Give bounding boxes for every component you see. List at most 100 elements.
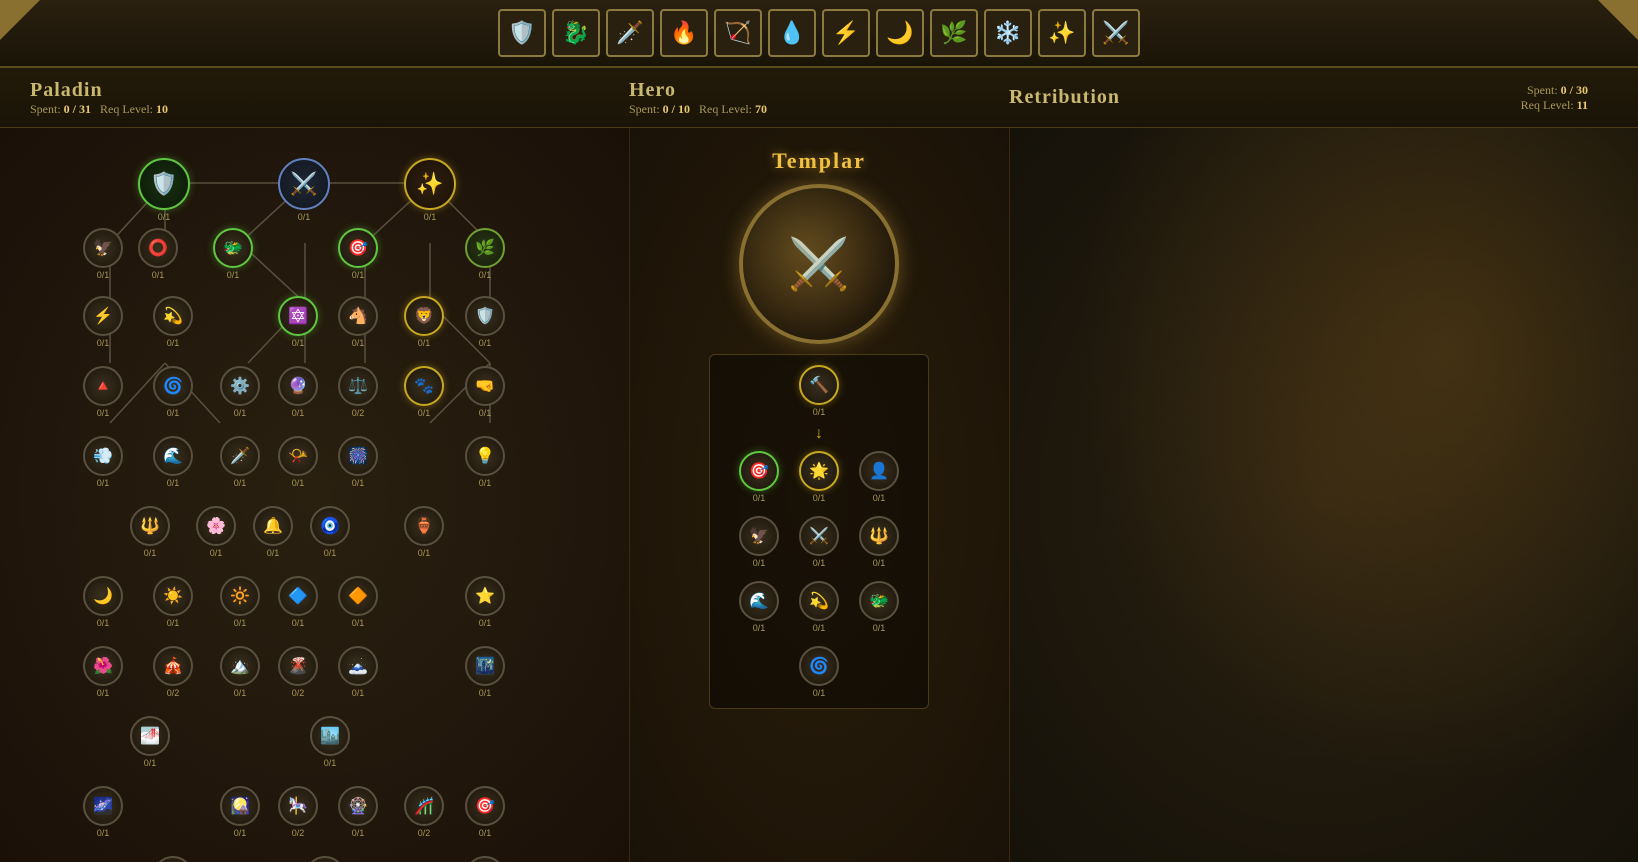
paladin-node-r10-5[interactable]: 🎢 0/2	[404, 786, 444, 838]
paladin-spent: Spent: 0 / 31 Req Level: 10	[30, 102, 609, 117]
paladin-node-r6-4[interactable]: 🧿 0/1	[310, 506, 350, 558]
paladin-node-r7-1[interactable]: 🌙 0/1	[83, 576, 123, 628]
spec-icon-2[interactable]: 🐉	[552, 9, 600, 57]
paladin-node-r10-4[interactable]: 🎡 0/1	[338, 786, 378, 838]
paladin-node-r7-5[interactable]: 🔶 0/1	[338, 576, 378, 628]
paladin-node-r5-5[interactable]: 🎆 0/1	[338, 436, 378, 488]
paladin-node-r6-2[interactable]: 🌸 0/1	[196, 506, 236, 558]
paladin-node-r5-2[interactable]: 🌊 0/1	[153, 436, 193, 488]
spec-icon-10[interactable]: ❄️	[984, 9, 1032, 57]
retribution-nodes: ⚔️ 0/1 💎 0/1 🔷 0/1 🔶 0/1 ⭐ 0/1	[1010, 128, 1638, 862]
paladin-node-r2-1[interactable]: 🦅 0/1	[83, 228, 123, 280]
paladin-node-r7-2[interactable]: ☀️ 0/1	[153, 576, 193, 628]
paladin-node-r7-6[interactable]: ⭐ 0/1	[465, 576, 505, 628]
paladin-node-r3-5[interactable]: 🦁 0/1	[404, 296, 444, 348]
corner-decoration-tr	[1598, 0, 1638, 40]
hero-choices-row: 🎯 0/1 🌟 0/1 👤 0/1	[739, 451, 899, 503]
retribution-spent: Spent: 0 / 30 Req Level: 11	[1521, 83, 1588, 113]
hero-choice-left[interactable]: 🎯 0/1	[739, 451, 779, 503]
hero-title-label: Hero	[629, 79, 767, 102]
hero-portrait-icon: ⚔️	[788, 235, 850, 294]
paladin-node-r5-1[interactable]: 💨 0/1	[83, 436, 123, 488]
paladin-tree-header: Paladin Spent: 0 / 31 Req Level: 10	[30, 79, 609, 117]
paladin-node-r10-3[interactable]: 🎠 0/2	[278, 786, 318, 838]
paladin-node-r3-3[interactable]: 🔯 0/1	[278, 296, 318, 348]
retribution-talent-tree: ⚔️ 0/1 💎 0/1 🔷 0/1 🔶 0/1 ⭐ 0/1	[1010, 128, 1638, 862]
hero-arrow-down: ↓	[815, 425, 823, 443]
paladin-node-r3-4[interactable]: 🐴 0/1	[338, 296, 378, 348]
paladin-node-r6-3[interactable]: 🔔 0/1	[253, 506, 293, 558]
paladin-node-r4-2[interactable]: 🌀 0/1	[153, 366, 193, 418]
paladin-node-r5-3[interactable]: 🗡️ 0/1	[220, 436, 260, 488]
spec-icon-9[interactable]: 🌿	[930, 9, 978, 57]
corner-decoration-tl	[0, 0, 40, 40]
paladin-node-r3-1[interactable]: ⚡ 0/1	[83, 296, 123, 348]
paladin-node-r10-1[interactable]: 🌌 0/1	[83, 786, 123, 838]
paladin-node-r9-1[interactable]: 🌁 0/1	[130, 716, 170, 768]
hero-sub1-row: 🦅 0/1 ⚔️ 0/1 🔱 0/1	[739, 516, 899, 568]
spec-icon-12[interactable]: ⚔️	[1092, 9, 1140, 57]
hero-sub1-right[interactable]: 🔱 0/1	[859, 516, 899, 568]
paladin-node-r4-1[interactable]: 🔺 0/1	[83, 366, 123, 418]
paladin-node-r4-6[interactable]: 🤜 0/1	[465, 366, 505, 418]
spec-icon-7[interactable]: ⚡	[822, 9, 870, 57]
hero-sub2-mid[interactable]: 💫 0/1	[799, 581, 839, 633]
paladin-node-r3-2[interactable]: 💫 0/1	[153, 296, 193, 348]
spec-icon-8[interactable]: 🌙	[876, 9, 924, 57]
paladin-node-r9-2[interactable]: 🏙️ 0/1	[310, 716, 350, 768]
paladin-node-r2-4[interactable]: 🎯 0/1	[338, 228, 378, 280]
hero-choice-top[interactable]: 🔨 0/1	[799, 365, 839, 417]
hero-sub1-left[interactable]: 🦅 0/1	[739, 516, 779, 568]
paladin-node-r8-4[interactable]: 🌋 0/2	[278, 646, 318, 698]
hero-choice-mid[interactable]: 🌟 0/1	[799, 451, 839, 503]
paladin-node-r8-3[interactable]: 🏔️ 0/1	[220, 646, 260, 698]
hero-final-node[interactable]: 🌀 0/1	[799, 646, 839, 698]
spec-icon-4[interactable]: 🔥	[660, 9, 708, 57]
paladin-node-r2-5[interactable]: 🌿 0/1	[465, 228, 505, 280]
paladin-node-r3-6[interactable]: 🛡️ 0/1	[465, 296, 505, 348]
paladin-node-r8-1[interactable]: 🌺 0/1	[83, 646, 123, 698]
paladin-node-r7-4[interactable]: 🔷 0/1	[278, 576, 318, 628]
paladin-node-r2-2[interactable]: ⭕ 0/1	[138, 228, 178, 280]
spec-icon-11[interactable]: ✨	[1038, 9, 1086, 57]
spec-selector-bar: 🛡️ 🐉 🗡️ 🔥 🏹 💧 ⚡ 🌙 🌿 ❄️ ✨ ⚔️	[0, 0, 1638, 68]
hero-choice-container: 🔨 0/1 ↓ 🎯 0/1 🌟 0/1 👤 0/1	[709, 354, 929, 709]
hero-spent: Spent: 0 / 10 Req Level: 70	[629, 102, 767, 117]
paladin-node-r8-5[interactable]: 🗻 0/1	[338, 646, 378, 698]
hero-sub2-right[interactable]: 🐲 0/1	[859, 581, 899, 633]
paladin-node-r6-5[interactable]: 🏺 0/1	[404, 506, 444, 558]
paladin-node-r4-x[interactable]: 🐾 0/1	[404, 366, 444, 418]
paladin-node-r6-1[interactable]: 🔱 0/1	[130, 506, 170, 558]
paladin-node-r10-6[interactable]: 🎯 0/1	[465, 786, 505, 838]
tree-headers: Paladin Spent: 0 / 31 Req Level: 10 Hero…	[0, 68, 1638, 128]
paladin-node-r1-2[interactable]: 🛡️ 0/1	[138, 158, 190, 222]
paladin-node-bot-3[interactable]: 🔲 0/1	[465, 856, 505, 862]
paladin-node-r4-5[interactable]: ⚖️ 0/2	[338, 366, 378, 418]
paladin-node-r2-3[interactable]: 🐲 0/1	[213, 228, 253, 280]
spec-icon-3[interactable]: 🗡️	[606, 9, 654, 57]
retribution-title: Retribution	[1009, 86, 1120, 109]
paladin-node-r1-4[interactable]: ✨ 0/1	[404, 158, 456, 222]
paladin-node-r5-6[interactable]: 💡 0/1	[465, 436, 505, 488]
spec-icon-1[interactable]: 🛡️	[498, 9, 546, 57]
spec-icon-5[interactable]: 🏹	[714, 9, 762, 57]
paladin-node-r1-3[interactable]: ⚔️ 0/1	[278, 158, 330, 222]
paladin-node-r4-3[interactable]: ⚙️ 0/1	[220, 366, 260, 418]
hero-portrait: ⚔️	[739, 184, 899, 344]
paladin-node-bot-1[interactable]: ⭕ 0/1	[153, 856, 193, 862]
paladin-talent-tree: 🛡️ 0/1 ⚔️ 0/1 ✨ 0/1 🦅 0/1 ⭕ 0/1 🐲	[0, 128, 630, 862]
hero-sub1-mid[interactable]: ⚔️ 0/1	[799, 516, 839, 568]
paladin-node-r8-6[interactable]: 🌃 0/1	[465, 646, 505, 698]
paladin-node-r5-4[interactable]: 📯 0/1	[278, 436, 318, 488]
paladin-node-r8-2[interactable]: 🎪 0/2	[153, 646, 193, 698]
hero-sub2-left[interactable]: 🌊 0/1	[739, 581, 779, 633]
hero-sub2-row: 🌊 0/1 💫 0/1 🐲 0/1	[739, 581, 899, 633]
paladin-node-r4-4[interactable]: 🔮 0/1	[278, 366, 318, 418]
spec-icon-6[interactable]: 💧	[768, 9, 816, 57]
hero-talent-tree: Templar ⚔️ 🔨 0/1 ↓ 🎯 0/1 🌟	[630, 128, 1010, 862]
paladin-node-r7-3[interactable]: 🔆 0/1	[220, 576, 260, 628]
hero-choice-right[interactable]: 👤 0/1	[859, 451, 899, 503]
paladin-node-r10-2[interactable]: 🎑 0/1	[220, 786, 260, 838]
paladin-node-bot-2[interactable]: 🔘 0/1	[305, 856, 345, 862]
hero-header-inner: Hero Spent: 0 / 10 Req Level: 70	[629, 79, 767, 117]
